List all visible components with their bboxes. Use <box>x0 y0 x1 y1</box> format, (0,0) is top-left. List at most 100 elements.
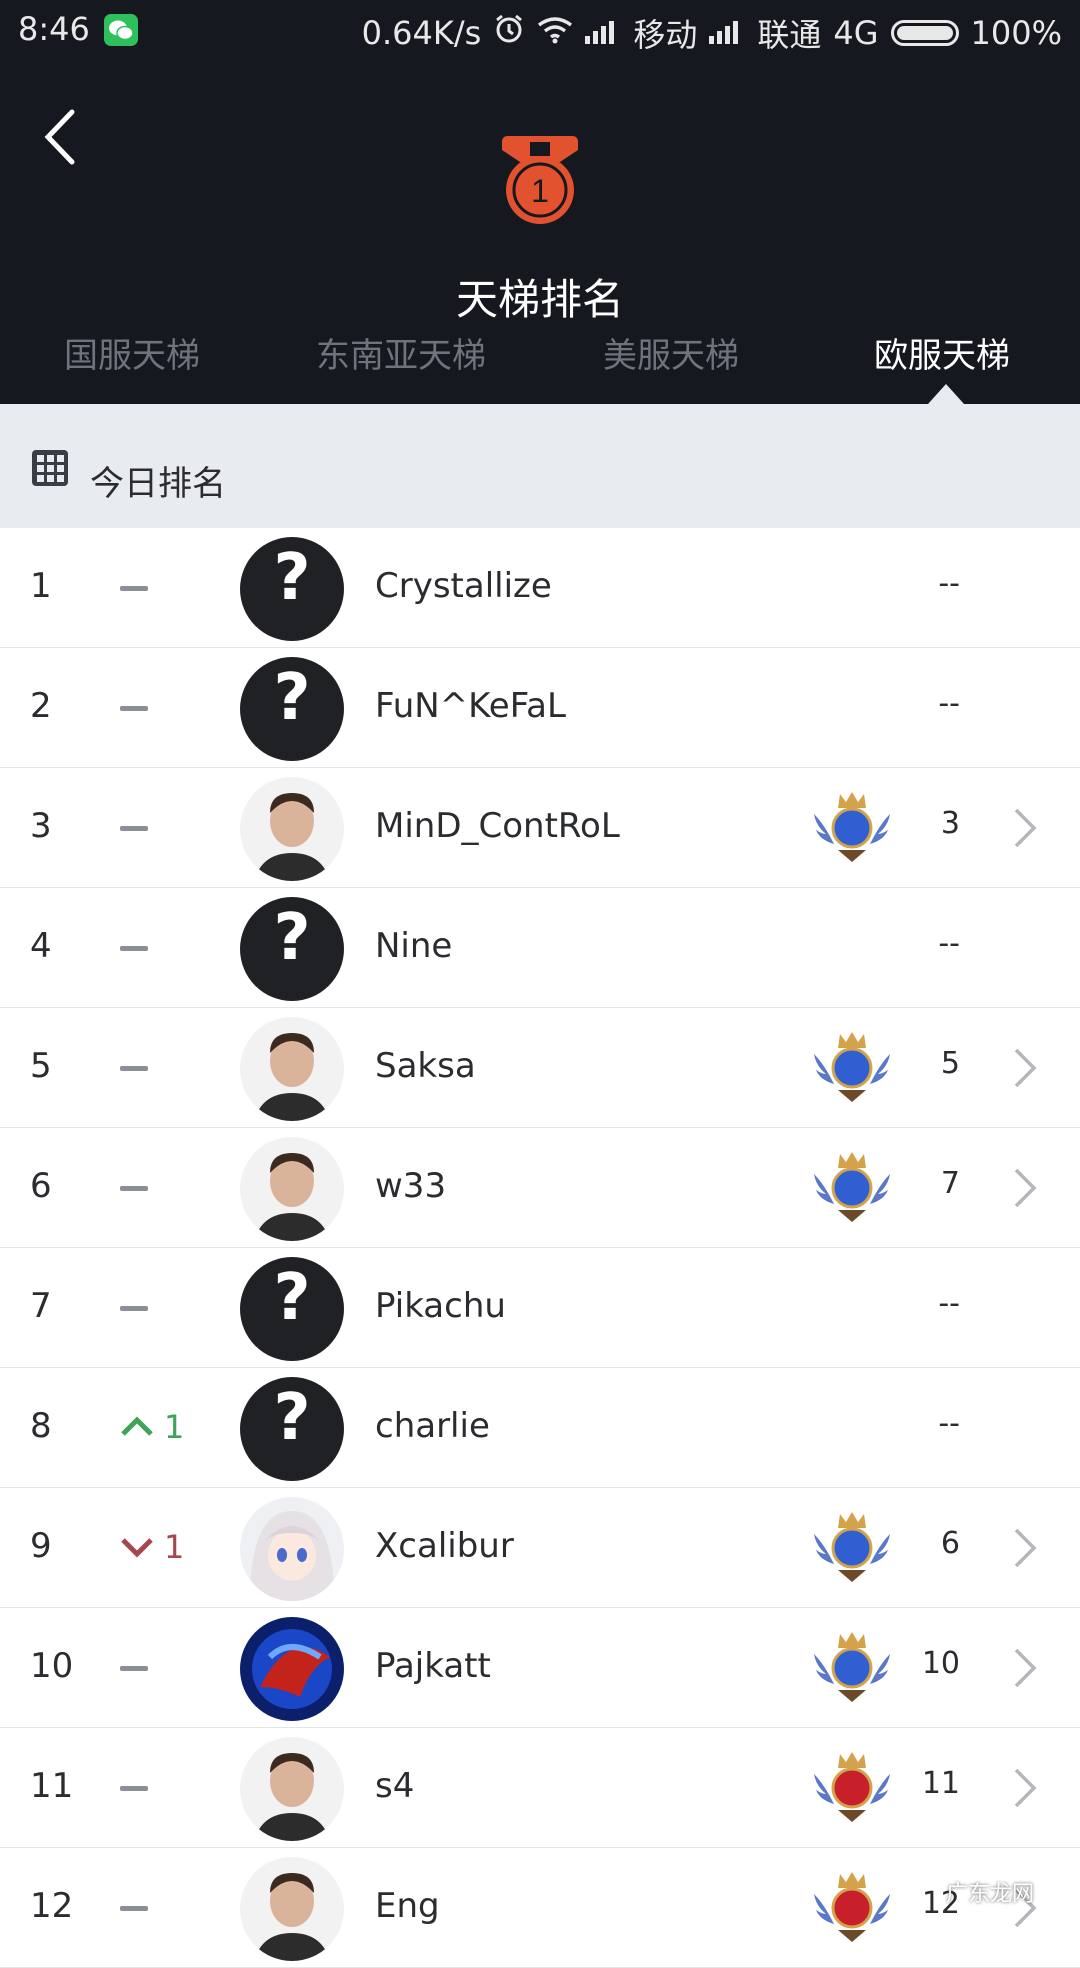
rank-change-up: 1 <box>120 1408 184 1448</box>
signal-icon <box>585 14 621 52</box>
battery-icon <box>890 20 959 46</box>
player-name: Eng <box>375 1886 440 1926</box>
medal-icon: 1 <box>502 136 578 224</box>
svg-text:1: 1 <box>531 173 549 209</box>
player-name: Pajkatt <box>375 1646 491 1686</box>
arrow-down-icon <box>121 1538 153 1558</box>
player-score: 5 <box>940 1046 960 1081</box>
network-type: 4G <box>833 14 879 52</box>
table-row[interactable]: 6 w33 7 <box>0 1128 1080 1248</box>
rank-number: 3 <box>30 806 52 846</box>
avatar <box>240 1737 344 1841</box>
rank-badge-icon <box>812 788 892 866</box>
table-row: 4? Nine -- <box>0 888 1080 1008</box>
avatar: ? <box>240 897 344 1001</box>
status-bar: 8:46 0.64K/s 移动 联通 4G 100% <box>0 0 1080 62</box>
player-name: Saksa <box>375 1046 476 1086</box>
rank-number: 9 <box>30 1526 52 1566</box>
table-row[interactable]: 12 Eng 12 <box>0 1848 1080 1968</box>
question-mark-icon: ? <box>273 1261 311 1335</box>
avatar <box>240 1497 344 1601</box>
alarm-icon <box>493 13 525 53</box>
rank-badge-icon <box>812 1748 892 1826</box>
carrier2: 联通 <box>757 16 822 54</box>
rank-number: 8 <box>30 1406 52 1446</box>
player-score: -- <box>938 566 960 601</box>
rank-number: 7 <box>30 1286 52 1326</box>
rank-number: 12 <box>30 1886 74 1926</box>
grid-icon <box>32 450 68 486</box>
avatar <box>240 1017 344 1121</box>
rank-number: 5 <box>30 1046 52 1086</box>
avatar: ? <box>240 537 344 641</box>
player-score: 6 <box>940 1526 960 1561</box>
table-row[interactable]: 10 Pajkatt 10 <box>0 1608 1080 1728</box>
chevron-right-icon[interactable] <box>1010 1046 1040 1090</box>
tab-us-ladder[interactable]: 美服天梯 <box>603 328 739 377</box>
rank-badge-icon <box>812 1028 892 1106</box>
avatar <box>240 1857 344 1961</box>
rank-number: 10 <box>30 1646 74 1686</box>
header: 1 天梯排名 国服天梯 东南亚天梯 美服天梯 欧服天梯 <box>0 62 1080 404</box>
chevron-right-icon[interactable] <box>1010 1526 1040 1570</box>
active-tab-indicator <box>928 384 964 404</box>
status-time: 8:46 <box>18 10 90 48</box>
table-row[interactable]: 5 Saksa 5 <box>0 1008 1080 1128</box>
signal-icon <box>709 14 745 52</box>
player-score: 7 <box>940 1166 960 1201</box>
player-name: charlie <box>375 1406 490 1446</box>
chevron-right-icon[interactable] <box>1010 806 1040 850</box>
watermark: 广东龙网 <box>946 1882 1035 1907</box>
tab-sea-ladder[interactable]: 东南亚天梯 <box>316 328 486 377</box>
table-row[interactable]: 3 MinD_ContRoL 3 <box>0 768 1080 888</box>
rank-number: 6 <box>30 1166 52 1206</box>
rank-number: 11 <box>30 1766 74 1806</box>
table-row: 1? Crystallize -- <box>0 528 1080 648</box>
carrier1: 移动 <box>633 16 698 54</box>
player-score: -- <box>938 926 960 961</box>
player-score: -- <box>938 1406 960 1441</box>
table-row[interactable]: 9 1 Xcalibur 6 <box>0 1488 1080 1608</box>
question-mark-icon: ? <box>273 661 311 735</box>
player-score: 11 <box>921 1766 960 1801</box>
player-name: w33 <box>375 1166 447 1206</box>
player-score: 10 <box>921 1646 960 1681</box>
rank-number: 1 <box>30 566 52 606</box>
page-title: 天梯排名 <box>455 275 624 324</box>
arrow-up-icon <box>121 1416 153 1436</box>
wechat-icon <box>104 14 138 46</box>
player-name: s4 <box>375 1766 415 1806</box>
player-score: -- <box>938 686 960 721</box>
player-name: Crystallize <box>375 566 552 606</box>
chevron-right-icon[interactable] <box>1010 1166 1040 1210</box>
ladder-tabs: 国服天梯 东南亚天梯 美服天梯 欧服天梯 <box>0 328 1080 404</box>
avatar: ? <box>240 657 344 761</box>
tab-eu-ladder[interactable]: 欧服天梯 <box>874 328 1010 377</box>
player-name: Nine <box>375 926 453 966</box>
ranking-list: 1? Crystallize -- 2? FuN^KeFaL -- 3 MinD_ContRo… <box>0 528 1080 1968</box>
section-header: 今日排名 <box>0 404 1080 528</box>
rank-badge-icon <box>812 1868 892 1946</box>
question-mark-icon: ? <box>273 901 311 975</box>
rank-number: 2 <box>30 686 52 726</box>
avatar: ? <box>240 1377 344 1481</box>
avatar: ? <box>240 1257 344 1361</box>
avatar <box>240 1617 344 1721</box>
battery-level: 100% <box>970 14 1062 52</box>
chevron-right-icon[interactable] <box>1010 1646 1040 1690</box>
chevron-right-icon[interactable] <box>1010 1766 1040 1810</box>
tab-cn-ladder[interactable]: 国服天梯 <box>64 328 200 377</box>
section-title: 今日排名 <box>90 464 226 504</box>
player-name: FuN^KeFaL <box>375 686 566 726</box>
avatar <box>240 1137 344 1241</box>
table-row[interactable]: 11 s4 11 <box>0 1728 1080 1848</box>
wifi-icon <box>537 14 573 52</box>
rank-change-down: 1 <box>120 1528 184 1568</box>
back-button[interactable] <box>36 102 86 172</box>
table-row: 8 1? charlie -- <box>0 1368 1080 1488</box>
player-name: MinD_ContRoL <box>375 806 620 846</box>
player-name: Pikachu <box>375 1286 506 1326</box>
rank-badge-icon <box>812 1148 892 1226</box>
player-score: -- <box>938 1286 960 1321</box>
avatar <box>240 777 344 881</box>
